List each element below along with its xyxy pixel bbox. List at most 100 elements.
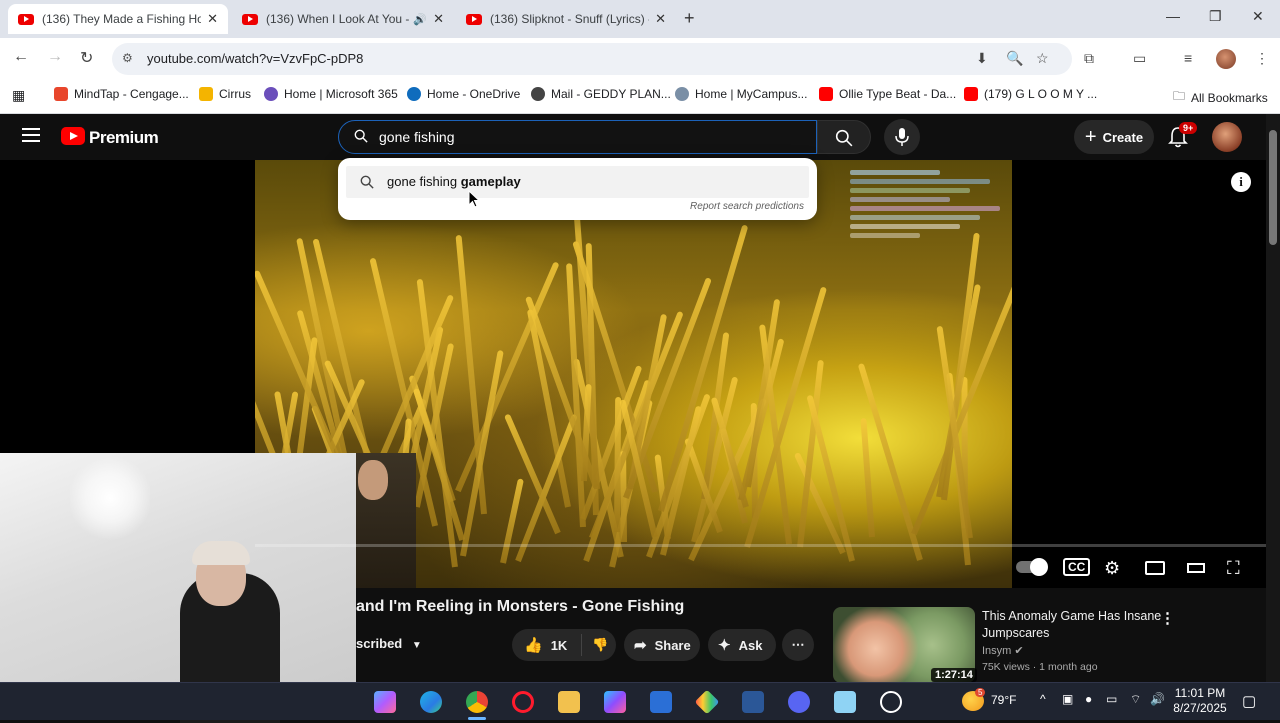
miniplayer-icon[interactable] [1145,561,1165,575]
bookmark-mycampus[interactable]: Home | MyCampus... [675,87,807,101]
ask-button[interactable]: ✦ Ask [708,629,776,661]
tab-title: (136) When I Look At You - [266,12,410,26]
file-explorer-icon[interactable] [558,691,580,713]
suggestion-item[interactable]: gone fishing gameplay [346,166,809,198]
bookmark-mail[interactable]: Mail - GEDDY PLAN... [531,87,671,101]
search-input[interactable] [379,127,779,147]
dislike-button[interactable]: 👎 [582,637,608,653]
browser-tab-1[interactable]: (136) They Made a Fishing Horr ✕ [8,4,228,34]
notification-count-badge: 9+ [1179,122,1198,134]
share-button[interactable]: ➦ Share [624,629,700,661]
tray-mic-icon[interactable]: ● [1085,692,1092,706]
report-predictions-link[interactable]: Report search predictions [690,201,804,212]
captions-icon[interactable]: CC [1063,558,1091,576]
bookmark-onedrive[interactable]: Home - OneDrive [407,87,520,101]
grass-blade [515,413,579,562]
profile-avatar[interactable] [1216,49,1236,69]
back-icon[interactable]: ← [13,48,29,66]
system-clock[interactable]: 11:01 PM 8/27/2025 [1166,686,1234,716]
close-window-icon[interactable]: ✕ [1252,8,1264,25]
bookmark-mindtap[interactable]: MindTap - Cengage... [54,87,189,101]
close-tab-icon[interactable]: ✕ [207,11,218,27]
info-icon[interactable]: i [1231,172,1251,192]
wifi-icon[interactable]: ⌔ [1130,692,1141,707]
grass-blade [455,235,487,515]
recommendation-meta: 75K views · 1 month ago [982,661,1098,673]
video-player[interactable]: i CC ⚙ ⛶ [0,160,1266,723]
notepad-icon[interactable] [834,691,856,713]
recommendation-menu-icon[interactable]: ⋮ [1160,609,1175,627]
progress-bar[interactable] [255,544,1266,547]
address-bar[interactable]: ⚙ youtube.com/watch?v=VzvFpC-pDP8 [112,43,1072,75]
media-controls-icon[interactable]: ≡ [1184,50,1192,66]
search-icon [354,129,368,143]
microsoft365-icon[interactable] [604,691,626,713]
reload-icon[interactable]: ↻ [80,48,93,68]
speaker-icon[interactable]: 🔊 [413,13,427,26]
new-tab-icon[interactable]: + [684,8,695,29]
subscribed-label: scribed [356,636,403,651]
word-icon[interactable] [742,691,764,713]
bookmark-microsoft365[interactable]: Home | Microsoft 365 [264,87,398,101]
copilot-icon[interactable] [374,691,396,713]
youtube-logo-icon[interactable] [61,127,85,145]
site-info-icon[interactable]: ⚙ [122,51,133,65]
tray-app-icon[interactable]: ▣ [1062,692,1073,706]
bookmark-label: MindTap - Cengage... [74,87,189,101]
url-text[interactable]: youtube.com/watch?v=VzvFpC-pDP8 [147,51,363,66]
battery-icon[interactable]: ▭ [1106,692,1117,706]
hamburger-menu-icon[interactable] [22,128,40,142]
microsoft365-icon [264,87,278,101]
theater-mode-icon[interactable] [1187,563,1205,573]
close-tab-icon[interactable]: ✕ [433,11,444,27]
bookmark-ollie[interactable]: Ollie Type Beat - Da... [819,87,956,101]
restore-icon[interactable]: ❐ [1209,8,1222,25]
chrome-icon[interactable] [466,691,488,713]
youtube-premium-wordmark[interactable]: Premium [89,128,159,148]
menu-kebab-icon[interactable]: ⋮ [1255,50,1269,67]
show-hidden-icons-chevron-icon[interactable]: ^ [1040,692,1046,706]
game-launcher-icon[interactable] [694,689,720,715]
minimize-icon[interactable]: — [1166,8,1180,24]
apps-grid-icon[interactable]: ▦ [12,87,25,104]
settings-gear-icon[interactable]: ⚙ [1104,558,1120,579]
bookmark-star-icon[interactable]: ☆ [1036,50,1049,67]
subscribed-button[interactable]: scribed ▼ [356,636,422,651]
forward-icon[interactable]: → [47,48,63,66]
recommendation-title[interactable]: This Anomaly Game Has Insane Jumpscares [982,608,1162,642]
zoom-icon[interactable]: 🔍 [1006,50,1023,67]
create-button[interactable]: + Create [1074,120,1154,154]
browser-tab-3[interactable]: (136) Slipknot - Snuff (Lyrics) - Y ✕ [456,4,676,34]
autoplay-toggle[interactable] [1016,558,1048,576]
browser-tab-2[interactable]: (136) When I Look At You - 🔊 ✕ [232,4,454,34]
youtube-header: Premium + Create 9+ [0,114,1266,160]
weather-temperature[interactable]: 79°F [991,693,1016,707]
volume-icon[interactable]: 🔊 [1150,692,1165,706]
chevron-down-icon: ▼ [411,640,422,651]
grass-blade [613,396,621,532]
search-box[interactable] [338,120,817,154]
more-actions-button[interactable]: ⋯ [782,629,814,661]
install-app-icon[interactable]: ⬇ [976,50,988,67]
like-button[interactable]: 👍 1K [512,634,582,656]
search-button[interactable] [817,120,871,154]
store-icon[interactable] [650,691,672,713]
voice-search-button[interactable] [884,119,920,155]
all-bookmarks[interactable]: 🗀 All Bookmarks [1173,87,1268,108]
notifications-icon[interactable]: ▢ [1242,692,1256,710]
bookmark-gloomy[interactable]: (179) G L O O M Y ... [964,87,1097,101]
discord-icon[interactable] [788,691,810,713]
opera-icon[interactable] [512,691,534,713]
verified-check-icon: ✔ [1014,645,1024,657]
scrollbar-thumb[interactable] [1269,130,1277,245]
close-tab-icon[interactable]: ✕ [655,11,666,27]
page-scrollbar[interactable] [1266,114,1280,688]
extensions-icon[interactable]: ⧉ [1084,50,1094,67]
account-avatar[interactable] [1212,122,1242,152]
bookmark-cirrus[interactable]: Cirrus [199,87,251,101]
obs-icon[interactable] [880,691,902,713]
recommendation-channel[interactable]: Insym ✔ [982,644,1024,657]
fullscreen-icon[interactable]: ⛶ [1227,558,1240,579]
edge-icon[interactable] [420,691,442,713]
tab-search-icon[interactable]: ▭ [1133,50,1146,67]
